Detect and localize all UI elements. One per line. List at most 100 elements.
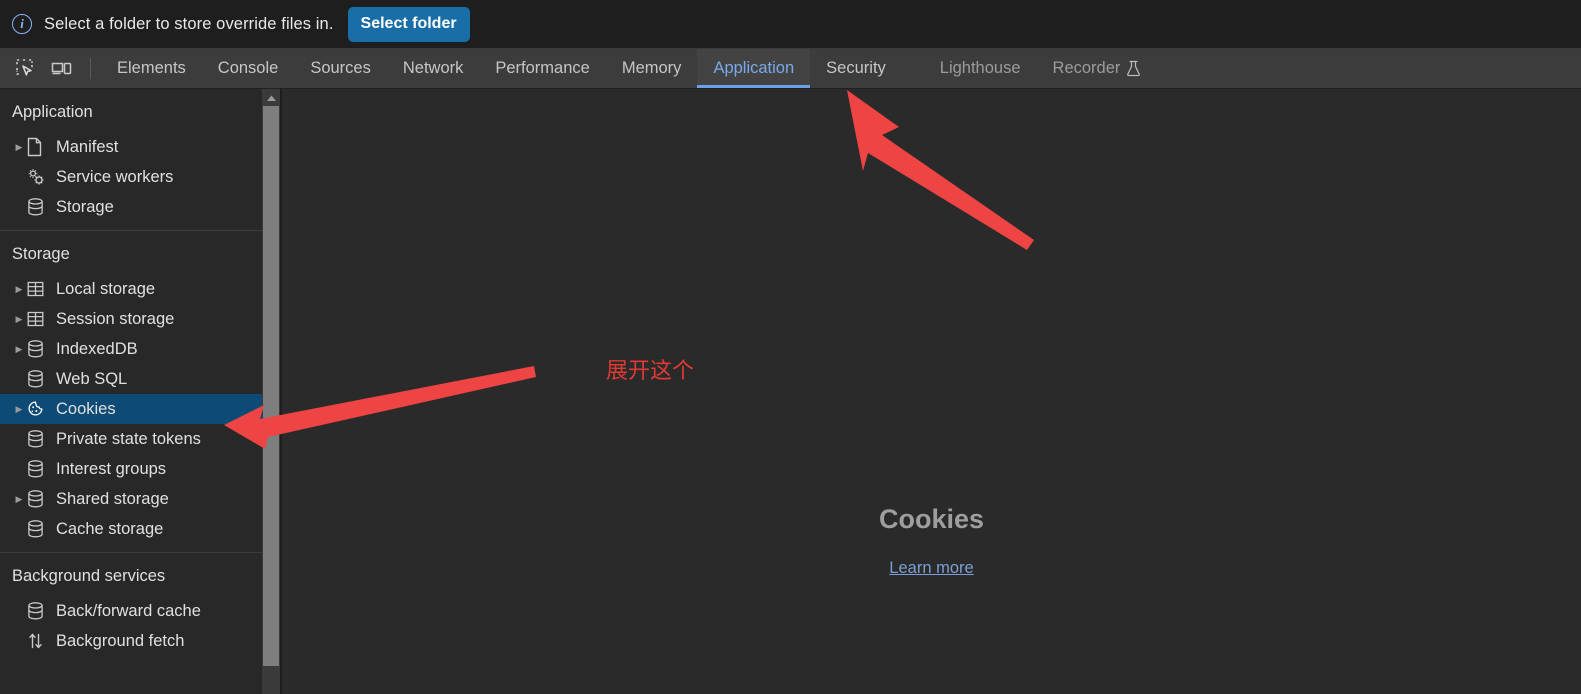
database-icon (26, 519, 52, 539)
sidebar-item-label: IndexedDB (56, 339, 138, 358)
sidebar-item-web-sql[interactable]: ▶ Web SQL (0, 364, 280, 394)
tabbar-divider (90, 58, 91, 79)
experiment-flask-icon (1126, 60, 1141, 77)
override-infobar: i Select a folder to store override file… (0, 0, 1581, 49)
tabbar-spacer (902, 49, 924, 88)
twisty-placeholder: ▶ (12, 364, 26, 394)
sidebar-item-indexeddb[interactable]: ▶ IndexedDB (0, 334, 280, 364)
tab-elements[interactable]: Elements (101, 49, 202, 88)
database-icon (26, 429, 52, 449)
sidebar-item-label: Session storage (56, 309, 175, 328)
tab-memory[interactable]: Memory (606, 49, 698, 88)
cookies-content-panel: Cookies Learn more (282, 89, 1581, 694)
sidebar-section-title: Application (12, 103, 93, 121)
chevron-right-icon[interactable]: ▶ (12, 334, 26, 364)
twisty-placeholder: ▶ (12, 192, 26, 222)
sidebar-section-title: Storage (12, 245, 70, 263)
sidebar-item-service-workers[interactable]: ▶ Service workers (0, 162, 280, 192)
sidebar-item-interest-groups[interactable]: ▶ Interest groups (0, 454, 280, 484)
up-down-arrows-icon (26, 631, 52, 651)
sidebar-item-private-state-tokens[interactable]: ▶ Private state tokens (0, 424, 280, 454)
twisty-placeholder: ▶ (12, 514, 26, 544)
scrollbar-thumb[interactable] (263, 106, 279, 666)
database-icon (26, 601, 52, 621)
tab-security[interactable]: Security (810, 49, 902, 88)
tab-label: Memory (621, 59, 682, 77)
table-icon (26, 309, 52, 329)
sidebar-item-label: Storage (56, 197, 114, 216)
document-icon (26, 137, 52, 157)
sidebar-item-manifest[interactable]: ▶ Manifest (0, 132, 280, 162)
sidebar-item-shared-storage[interactable]: ▶ Shared storage (0, 484, 280, 514)
tab-sources[interactable]: Sources (294, 49, 387, 88)
inspect-element-icon[interactable] (8, 49, 44, 88)
application-sidebar: Application ▶ Manifest ▶ (0, 89, 280, 694)
sidebar-item-label: Cache storage (56, 519, 164, 538)
chevron-right-icon[interactable]: ▶ (12, 484, 26, 514)
sidebar-item-label: Background fetch (56, 631, 185, 650)
sidebar-section-background-services: Background services ▶ Back/forward cache… (0, 553, 280, 656)
sidebar-section-storage: Storage ▶ Local storage ▶ Session storag… (0, 231, 280, 553)
tab-lighthouse[interactable]: Lighthouse (924, 49, 1037, 88)
sidebar-section-title: Background services (12, 567, 166, 585)
page-title: Cookies (878, 504, 985, 534)
database-icon (26, 459, 52, 479)
tab-label: Elements (117, 59, 186, 77)
devtools-window: i Select a folder to store override file… (0, 0, 1581, 694)
tab-network[interactable]: Network (387, 49, 480, 88)
twisty-placeholder: ▶ (12, 424, 26, 454)
tab-label: Application (713, 59, 795, 77)
chevron-right-icon[interactable]: ▶ (12, 304, 26, 334)
tab-label: Network (402, 59, 464, 77)
database-icon (26, 197, 52, 217)
sidebar-section-application: Application ▶ Manifest ▶ (0, 89, 280, 231)
tab-label: Lighthouse (939, 59, 1021, 77)
sidebar-item-label: Cookies (56, 399, 116, 418)
sidebar-item-label: Private state tokens (56, 429, 201, 448)
tab-label: Security (826, 59, 886, 77)
twisty-placeholder: ▶ (12, 626, 26, 656)
sidebar-item-cache-storage[interactable]: ▶ Cache storage (0, 514, 280, 544)
cookie-icon (26, 399, 52, 419)
select-folder-button[interactable]: Select folder (347, 6, 470, 42)
sidebar-item-label: Web SQL (56, 369, 128, 388)
chevron-right-icon[interactable]: ▶ (12, 274, 26, 304)
sidebar-item-label: Manifest (56, 137, 119, 156)
chevron-right-icon[interactable]: ▶ (12, 394, 26, 424)
empty-state: Cookies Learn more (282, 504, 1581, 578)
sidebar-item-back-forward-cache[interactable]: ▶ Back/forward cache (0, 596, 280, 626)
scroll-up-arrow-icon[interactable] (262, 89, 280, 106)
database-icon (26, 369, 52, 389)
gears-icon (26, 167, 52, 187)
info-circle-icon: i (12, 14, 32, 34)
learn-more-link[interactable]: Learn more (889, 559, 973, 578)
tab-label: Sources (310, 59, 371, 77)
sidebar-item-label: Shared storage (56, 489, 169, 508)
sidebar-item-label: Back/forward cache (56, 601, 201, 620)
sidebar-item-background-fetch[interactable]: ▶ Background fetch (0, 626, 280, 656)
devtools-body: Application ▶ Manifest ▶ (0, 89, 1581, 694)
sidebar-item-local-storage[interactable]: ▶ Local storage (0, 274, 280, 304)
sidebar-item-label: Service workers (56, 167, 174, 186)
tab-performance[interactable]: Performance (479, 49, 605, 88)
tab-label: Performance (495, 59, 590, 77)
sidebar-scrollbar[interactable] (262, 89, 280, 694)
table-icon (26, 279, 52, 299)
chevron-right-icon[interactable]: ▶ (12, 132, 26, 162)
tab-console[interactable]: Console (202, 49, 295, 88)
sidebar-item-session-storage[interactable]: ▶ Session storage (0, 304, 280, 334)
tab-recorder[interactable]: Recorder (1037, 49, 1158, 88)
database-icon (26, 339, 52, 359)
sidebar-item-storage[interactable]: ▶ Storage (0, 192, 280, 222)
sidebar-item-cookies[interactable]: ▶ Cookies (0, 394, 280, 424)
twisty-placeholder: ▶ (12, 162, 26, 192)
tab-label: Recorder (1052, 59, 1121, 77)
devtools-tabbar: Elements Console Sources Network Perform… (0, 49, 1581, 89)
tab-application[interactable]: Application (697, 49, 811, 88)
database-icon (26, 489, 52, 509)
twisty-placeholder: ▶ (12, 596, 26, 626)
sidebar-item-label: Interest groups (56, 459, 167, 478)
device-toolbar-icon[interactable] (44, 49, 80, 88)
tab-label: Console (217, 59, 279, 77)
sidebar-item-label: Local storage (56, 279, 156, 298)
